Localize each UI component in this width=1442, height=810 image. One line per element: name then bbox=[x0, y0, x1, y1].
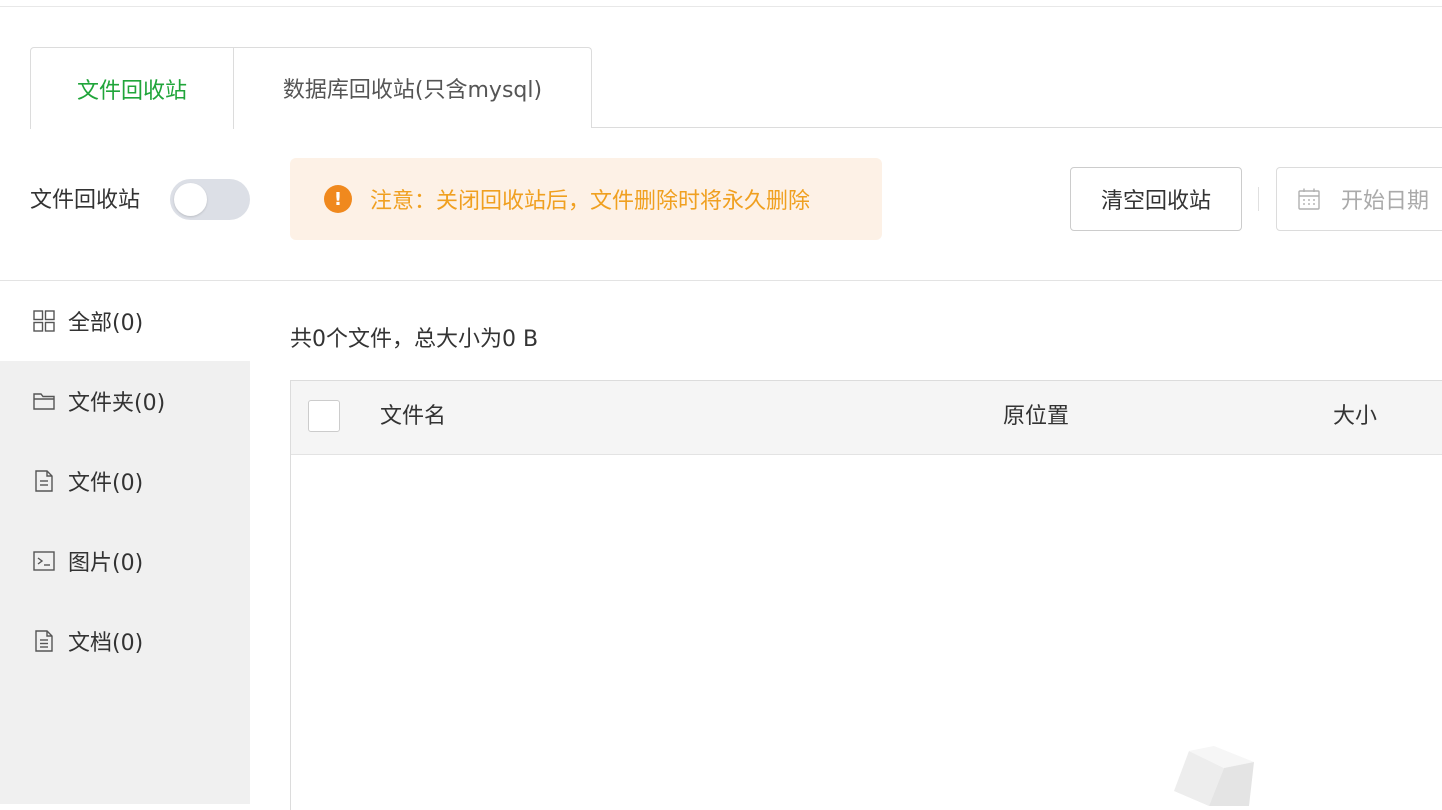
clear-recycle-button[interactable]: 清空回收站 bbox=[1070, 167, 1242, 231]
sidebar-item-label: 全部(0) bbox=[68, 311, 144, 336]
sidebar-item-images[interactable]: 图片(0) bbox=[0, 521, 250, 601]
sidebar-item-label: 图片(0) bbox=[68, 551, 144, 576]
recycle-toggle[interactable] bbox=[170, 179, 250, 220]
table-header: 文件名 原位置 大小 bbox=[291, 381, 1442, 455]
toolbar-separator bbox=[1258, 187, 1259, 211]
calendar-icon bbox=[1298, 188, 1320, 210]
column-header-size[interactable]: 大小 bbox=[1333, 401, 1377, 433]
folder-icon bbox=[33, 393, 55, 410]
warning-notice: ! 注意：关闭回收站后，文件删除时将永久删除 bbox=[290, 158, 882, 240]
category-sidebar: 全部(0) 文件夹(0) 文件(0) 图片(0) 文档(0) bbox=[0, 281, 250, 804]
warning-text: 注意：关闭回收站后，文件删除时将永久删除 bbox=[370, 189, 811, 214]
sidebar-item-label: 文档(0) bbox=[68, 631, 144, 656]
sidebar-item-label: 文件夹(0) bbox=[68, 391, 166, 416]
start-date-placeholder: 开始日期 bbox=[1341, 189, 1430, 214]
warning-icon: ! bbox=[324, 185, 352, 213]
file-icon bbox=[35, 470, 53, 492]
tab-file-recycle[interactable]: 文件回收站 bbox=[30, 47, 234, 129]
column-header-filename[interactable]: 文件名 bbox=[380, 401, 446, 433]
grid-icon bbox=[33, 310, 55, 332]
sidebar-item-folders[interactable]: 文件夹(0) bbox=[0, 361, 250, 441]
top-divider bbox=[0, 6, 1442, 7]
file-summary: 共0个文件，总大小为0 B bbox=[290, 327, 539, 352]
document-icon bbox=[35, 630, 53, 652]
image-icon bbox=[33, 551, 55, 571]
recycle-toggle-label: 文件回收站 bbox=[30, 188, 141, 213]
empty-box-icon bbox=[1174, 746, 1254, 806]
select-all-checkbox[interactable] bbox=[308, 400, 340, 432]
recycle-table: 文件名 原位置 大小 bbox=[290, 380, 1442, 810]
tab-database-recycle[interactable]: 数据库回收站(只含mysql) bbox=[233, 47, 592, 128]
sidebar-item-label: 文件(0) bbox=[68, 471, 144, 496]
sidebar-item-files[interactable]: 文件(0) bbox=[0, 441, 250, 521]
column-header-location[interactable]: 原位置 bbox=[1003, 401, 1069, 433]
toggle-knob bbox=[174, 183, 207, 216]
sidebar-item-all[interactable]: 全部(0) bbox=[0, 281, 250, 361]
start-date-input[interactable]: 开始日期 bbox=[1276, 167, 1442, 231]
sidebar-item-documents[interactable]: 文档(0) bbox=[0, 601, 250, 681]
